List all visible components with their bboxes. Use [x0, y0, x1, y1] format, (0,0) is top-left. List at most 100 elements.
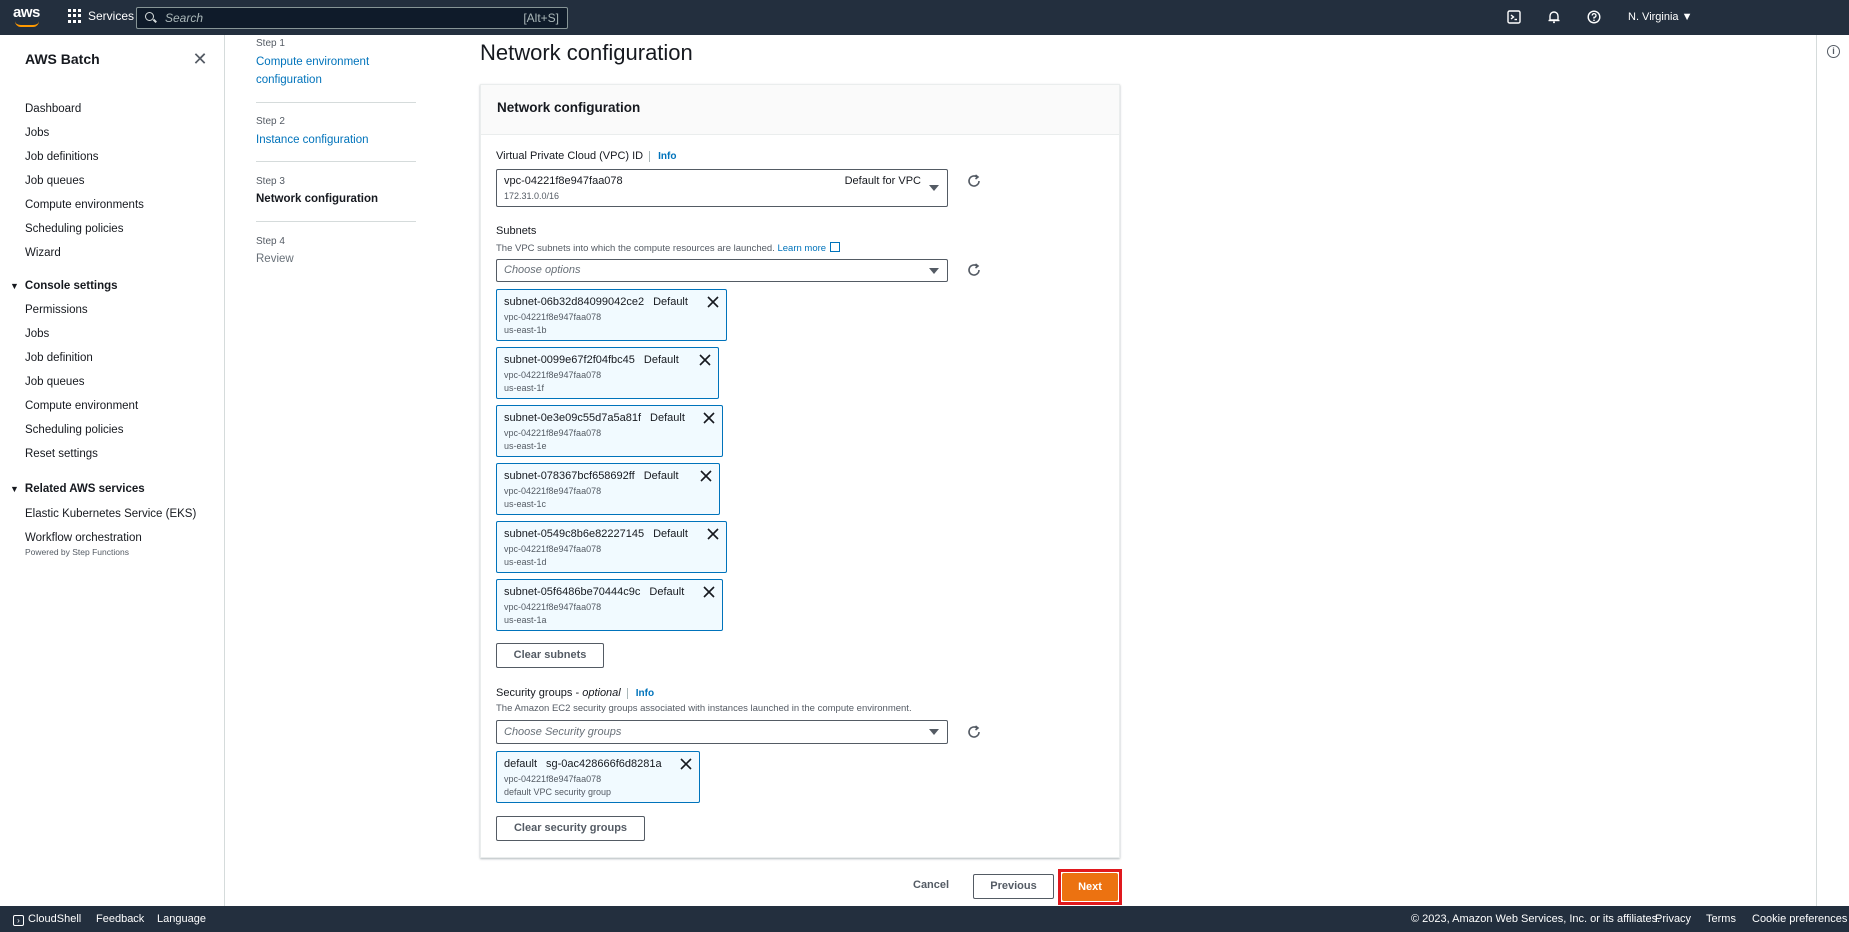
remove-icon[interactable] — [706, 295, 720, 309]
subnet-az: us-east-1a — [504, 615, 547, 625]
privacy-link[interactable]: Privacy — [1655, 913, 1691, 925]
caret-down-icon: ▼ — [10, 281, 19, 291]
remove-icon[interactable] — [702, 411, 716, 425]
sidebar-item-settings-job-queues[interactable]: Job queues — [25, 376, 84, 388]
container-header: Network configuration — [481, 85, 1119, 135]
sidebar-item-settings-job-definition[interactable]: Job definition — [25, 352, 93, 364]
subnet-tag: Default — [653, 528, 688, 540]
step-divider — [256, 102, 416, 103]
sidebar-item-job-definitions[interactable]: Job definitions — [25, 151, 99, 163]
security-groups-refresh-icon[interactable] — [966, 724, 982, 740]
aws-logo[interactable]: aws — [13, 5, 43, 28]
subnet-tag: Default — [643, 470, 679, 482]
step-divider — [256, 221, 416, 222]
workflow-subtitle: Powered by Step Functions — [25, 547, 129, 557]
sidebar-item-eks[interactable]: Elastic Kubernetes Service (EKS) — [25, 508, 196, 520]
subnet-tag: Default — [653, 296, 688, 308]
sidebar-item-workflow-orchestration[interactable]: Workflow orchestration — [25, 532, 142, 544]
region-selector[interactable]: N. Virginia ▼ — [1628, 11, 1693, 23]
caret-down-icon: ▼ — [10, 484, 19, 494]
learn-more-link[interactable]: Learn more — [777, 243, 826, 254]
security-group-vpc: vpc-04221f8e947faa078 — [504, 774, 602, 784]
info-icon[interactable]: i — [1827, 45, 1840, 58]
close-icon[interactable]: ✕ — [192, 50, 208, 68]
step-1-link[interactable]: Compute environment configuration — [256, 53, 396, 89]
optional-label: optional — [582, 687, 621, 699]
search-input[interactable]: Search [Alt+S] — [136, 7, 568, 29]
security-group-name: default — [504, 758, 538, 770]
subnet-token: subnet-06b32d84099042ce2 Default vpc-0422… — [496, 289, 727, 341]
remove-icon[interactable] — [706, 527, 720, 541]
step-3-label: Step 3 — [256, 176, 285, 187]
subnet-token: subnet-0549c8b6e82227145 Default vpc-0422… — [496, 521, 727, 573]
security-group-token: default sg-0ac428666f6d8281a vpc-04221f8e… — [496, 751, 700, 803]
subnets-description-text: The VPC subnets into which the compute r… — [496, 243, 775, 254]
feedback-link[interactable]: Feedback — [96, 913, 144, 925]
subnet-tag: Default — [649, 586, 685, 598]
cloudshell-label: CloudShell — [28, 913, 82, 925]
container-title: Network configuration — [497, 100, 641, 115]
security-groups-select[interactable]: Choose Security groups — [496, 720, 948, 744]
language-link[interactable]: Language — [157, 913, 206, 925]
cloudshell-icon[interactable] — [1506, 10, 1522, 26]
subnet-az: us-east-1b — [504, 325, 547, 335]
cookie-preferences-link[interactable]: Cookie preferences — [1752, 913, 1847, 925]
remove-icon[interactable] — [679, 757, 693, 771]
external-link-icon — [830, 242, 841, 252]
help-icon[interactable] — [1586, 10, 1602, 26]
sidebar-item-compute-environments[interactable]: Compute environments — [25, 199, 144, 211]
sidebar-item-job-queues[interactable]: Job queues — [25, 175, 84, 187]
clear-subnets-button[interactable]: Clear subnets — [496, 643, 604, 668]
footer: › CloudShell Feedback Language © 2023, Am… — [0, 906, 1849, 932]
subnets-select[interactable]: Choose options — [496, 259, 948, 282]
next-button-highlight — [1058, 869, 1122, 905]
cancel-button[interactable]: Cancel — [913, 879, 949, 891]
subnet-token: subnet-0e3e09c55d7a5a81f Default vpc-0422… — [496, 405, 723, 457]
subnet-token: subnet-05f6486be70444c9c Default vpc-0422… — [496, 579, 723, 631]
sidebar-item-permissions[interactable]: Permissions — [25, 304, 88, 316]
sidebar-item-scheduling-policies[interactable]: Scheduling policies — [25, 223, 123, 235]
remove-icon[interactable] — [698, 353, 712, 367]
subnet-id: subnet-0e3e09c55d7a5a81f — [504, 412, 642, 424]
sidebar-item-wizard[interactable]: Wizard — [25, 247, 61, 259]
vpc-refresh-icon[interactable] — [966, 173, 982, 189]
related-services-section[interactable]: ▼ Related AWS services — [10, 483, 145, 495]
vpc-info-link[interactable]: Info — [649, 151, 677, 162]
page-title: Network configuration — [480, 40, 693, 65]
bell-icon[interactable] — [1546, 10, 1562, 26]
vpc-label-text: Virtual Private Cloud (VPC) ID — [496, 150, 644, 162]
sidebar-item-settings-scheduling-policies[interactable]: Scheduling policies — [25, 424, 123, 436]
vpc-label: Virtual Private Cloud (VPC) ID Info — [496, 150, 677, 162]
subnet-token: subnet-0099e67f2f04fbc45 Default vpc-0422… — [496, 347, 719, 399]
services-menu-button[interactable]: Services — [68, 9, 134, 23]
clear-security-groups-button[interactable]: Clear security groups — [496, 816, 645, 841]
subnet-id: subnet-078367bcf658692ff — [504, 470, 635, 482]
previous-button[interactable]: Previous — [973, 874, 1054, 899]
step-2-link[interactable]: Instance configuration — [256, 131, 396, 149]
terms-link[interactable]: Terms — [1706, 913, 1736, 925]
subnet-tag: Default — [643, 354, 679, 366]
remove-icon[interactable] — [702, 585, 716, 599]
subnet-az: us-east-1f — [504, 383, 545, 393]
cloudshell-button[interactable]: › CloudShell — [13, 913, 81, 926]
security-groups-description: The Amazon EC2 security groups associate… — [496, 703, 912, 714]
subnet-id: subnet-0549c8b6e82227145 — [504, 528, 645, 540]
remove-icon[interactable] — [699, 469, 713, 483]
sidebar-item-jobs[interactable]: Jobs — [25, 127, 49, 139]
subnets-refresh-icon[interactable] — [966, 262, 982, 278]
sidebar-item-settings-compute-environment[interactable]: Compute environment — [25, 400, 138, 412]
security-groups-info-link[interactable]: Info — [626, 688, 655, 699]
sidebar-item-settings-jobs[interactable]: Jobs — [25, 328, 49, 340]
sidebar-item-reset-settings[interactable]: Reset settings — [25, 448, 98, 460]
vpc-select[interactable]: vpc-04221f8e947faa078 172.31.0.0/16 Defa… — [496, 169, 948, 207]
copyright-text: © 2023, Amazon Web Services, Inc. or its… — [1411, 913, 1661, 925]
subnets-placeholder: Choose options — [504, 264, 581, 276]
security-group-id: sg-0ac428666f6d8281a — [546, 758, 662, 770]
subnet-id: subnet-06b32d84099042ce2 — [504, 296, 645, 308]
subnets-label: Subnets — [496, 225, 537, 237]
subnet-az: us-east-1e — [504, 441, 547, 451]
step-3-current: Network configuration — [256, 193, 379, 205]
sidebar-item-dashboard[interactable]: Dashboard — [25, 103, 81, 115]
subnet-vpc: vpc-04221f8e947faa078 — [504, 544, 602, 554]
console-settings-section[interactable]: ▼ Console settings — [10, 280, 118, 292]
